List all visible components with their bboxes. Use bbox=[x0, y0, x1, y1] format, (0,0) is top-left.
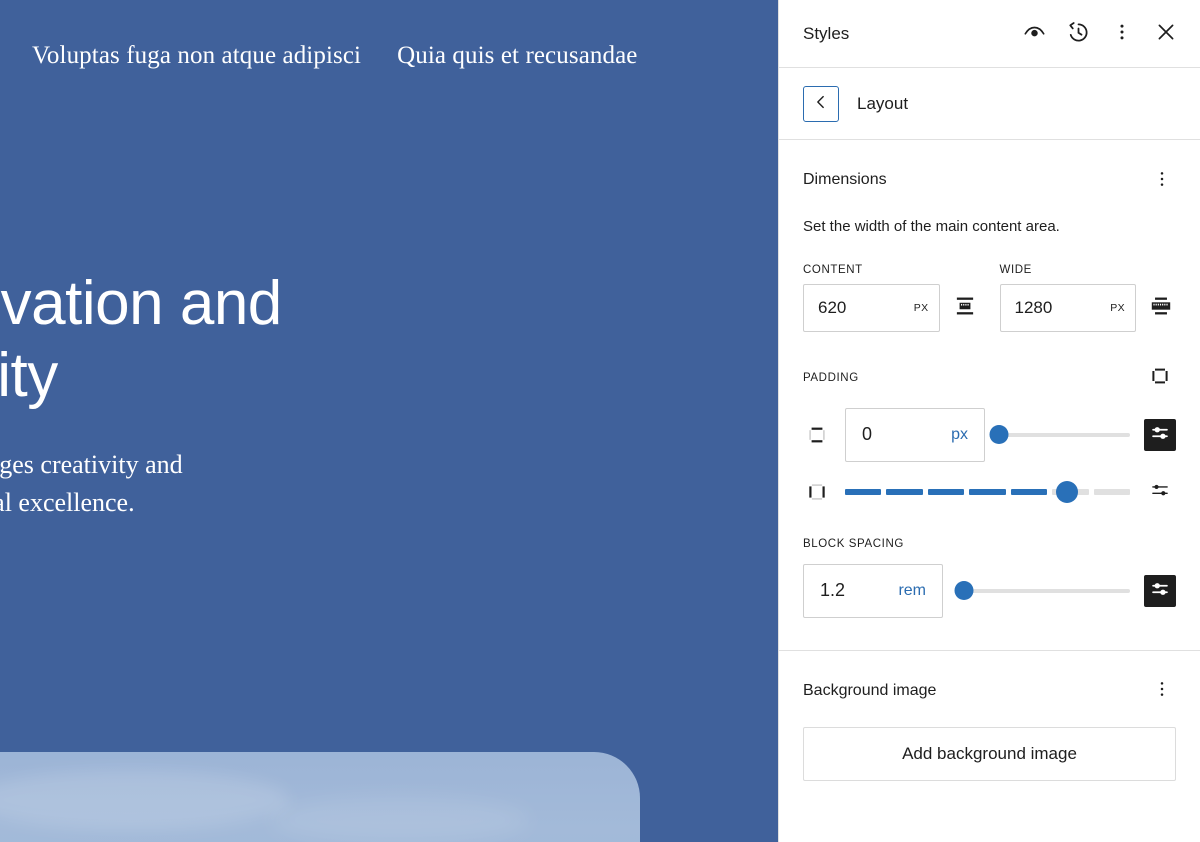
wide-width-value[interactable] bbox=[1014, 297, 1107, 318]
wide-width-control: WIDE PX bbox=[999, 263, 1177, 332]
content-width-value[interactable] bbox=[818, 297, 910, 318]
content-width-unit[interactable]: PX bbox=[910, 302, 929, 314]
slider-segment[interactable] bbox=[1093, 488, 1130, 495]
padding-link-sides-button[interactable] bbox=[1144, 362, 1176, 394]
background-options-button[interactable] bbox=[1148, 675, 1176, 707]
slider-segment[interactable] bbox=[1010, 488, 1048, 495]
block-spacing-slider[interactable] bbox=[954, 581, 1130, 601]
close-icon bbox=[1154, 20, 1178, 47]
slider-thumb[interactable] bbox=[1056, 480, 1079, 503]
sidebar-navigation-bar: Layout bbox=[779, 68, 1200, 140]
nav-link-2[interactable]: Quia quis et recusandae bbox=[397, 42, 637, 70]
padding-horizontal-row bbox=[803, 476, 1176, 508]
padding-horizontal-slider[interactable] bbox=[845, 480, 1130, 503]
unlink-sides-icon bbox=[1148, 364, 1172, 391]
settings-sliders-icon bbox=[1149, 479, 1171, 504]
sidebar-header-actions bbox=[1014, 14, 1186, 54]
width-controls: CONTENT PX bbox=[803, 264, 1176, 332]
slider-segment[interactable] bbox=[927, 488, 965, 495]
block-spacing-unit[interactable]: rem bbox=[892, 582, 926, 600]
style-book-button[interactable] bbox=[1014, 14, 1054, 54]
slider-track bbox=[957, 588, 1130, 593]
wide-width-input[interactable]: PX bbox=[999, 283, 1136, 332]
site-navigation: Voluptas fuga non atque adipisci Quia qu… bbox=[32, 42, 637, 70]
hero-section: Innovation and quality Boldly merges cre… bbox=[0, 268, 582, 521]
slider-segment[interactable] bbox=[845, 488, 882, 495]
dimensions-description: Set the width of the main content area. bbox=[803, 218, 1060, 235]
slider-segment[interactable] bbox=[969, 488, 1006, 495]
style-book-icon bbox=[1022, 20, 1047, 48]
padding-vertical-value[interactable] bbox=[862, 424, 946, 446]
block-spacing-header: BLOCK SPACING bbox=[803, 538, 1176, 550]
revisions-icon bbox=[1066, 20, 1091, 48]
settings-sliders-icon bbox=[1149, 422, 1171, 447]
sidebar-content: Dimensions Set the width of the main con… bbox=[779, 140, 1200, 842]
site-preview-canvas[interactable]: Voluptas fuga non atque adipisci Quia qu… bbox=[0, 0, 778, 842]
background-title: Background image bbox=[803, 681, 937, 699]
cloud-shape-2 bbox=[270, 796, 530, 842]
block-spacing-row: rem bbox=[803, 563, 1176, 618]
wide-align-button[interactable] bbox=[1146, 293, 1176, 323]
content-width-label: CONTENT bbox=[803, 263, 863, 276]
more-options-icon bbox=[1152, 169, 1172, 192]
dimensions-options-button[interactable] bbox=[1148, 164, 1176, 196]
section-title: Layout bbox=[857, 93, 909, 113]
padding-header: PADDING bbox=[803, 362, 1176, 394]
hero-paragraph[interactable]: Boldly merges creativity and architectur… bbox=[0, 446, 582, 521]
settings-sliders-icon bbox=[1149, 578, 1171, 603]
dimensions-title: Dimensions bbox=[803, 171, 887, 188]
more-options-icon bbox=[1152, 679, 1172, 702]
horizontal-padding-icon bbox=[803, 480, 831, 504]
cloud-shape-1 bbox=[0, 770, 290, 830]
block-spacing-input[interactable]: rem bbox=[803, 563, 943, 618]
sidebar-title: Styles bbox=[803, 23, 850, 43]
background-image-panel: Background image Add background image bbox=[779, 649, 1200, 809]
dimensions-panel-header: Dimensions bbox=[803, 164, 1176, 196]
more-options-button[interactable] bbox=[1102, 14, 1142, 54]
background-panel-header: Background image bbox=[803, 675, 1176, 707]
chevron-left-icon bbox=[811, 92, 831, 115]
wide-width-unit[interactable]: PX bbox=[1106, 302, 1125, 314]
padding-vertical-input[interactable]: px bbox=[845, 407, 985, 462]
sidebar-header: Styles bbox=[779, 0, 1200, 68]
revisions-button[interactable] bbox=[1058, 14, 1098, 54]
close-styles-button[interactable] bbox=[1146, 14, 1186, 54]
back-button[interactable] bbox=[803, 85, 839, 122]
block-spacing-preset-toggle[interactable] bbox=[1144, 574, 1176, 607]
wide-width-label: WIDE bbox=[999, 263, 1032, 276]
padding-vertical-row: px bbox=[803, 407, 1176, 462]
hero-image[interactable] bbox=[0, 752, 640, 842]
slider-thumb[interactable] bbox=[954, 581, 974, 601]
content-align-button[interactable] bbox=[950, 293, 980, 323]
slider-segments bbox=[845, 488, 1130, 495]
content-width-control: CONTENT PX bbox=[803, 264, 980, 332]
slider-thumb[interactable] bbox=[989, 425, 1009, 445]
padding-vertical-unit[interactable]: px bbox=[945, 426, 968, 444]
block-spacing-label: BLOCK SPACING bbox=[803, 537, 904, 550]
padding-vertical-preset-toggle[interactable] bbox=[1144, 418, 1176, 451]
more-options-icon bbox=[1111, 21, 1133, 46]
vertical-padding-icon bbox=[803, 423, 831, 447]
nav-link-1[interactable]: Voluptas fuga non atque adipisci bbox=[32, 42, 361, 70]
padding-vertical-slider[interactable] bbox=[989, 425, 1130, 445]
padding-horizontal-custom-toggle[interactable] bbox=[1144, 476, 1176, 508]
content-width-input[interactable]: PX bbox=[803, 283, 940, 332]
slider-segment[interactable] bbox=[886, 488, 923, 495]
align-content-width-icon bbox=[952, 293, 978, 322]
slider-track bbox=[999, 432, 1130, 437]
align-wide-width-icon bbox=[1148, 293, 1174, 322]
block-spacing-value[interactable] bbox=[820, 580, 893, 602]
dimensions-panel: Dimensions Set the width of the main con… bbox=[779, 140, 1200, 650]
styles-sidebar: Styles Layout Dimensions Set the width o… bbox=[778, 0, 1200, 842]
hero-heading[interactable]: Innovation and quality bbox=[0, 268, 582, 412]
padding-label: PADDING bbox=[803, 371, 859, 384]
styles-editor-screen: Voluptas fuga non atque adipisci Quia qu… bbox=[0, 0, 1200, 842]
add-background-image-button[interactable]: Add background image bbox=[803, 726, 1176, 781]
